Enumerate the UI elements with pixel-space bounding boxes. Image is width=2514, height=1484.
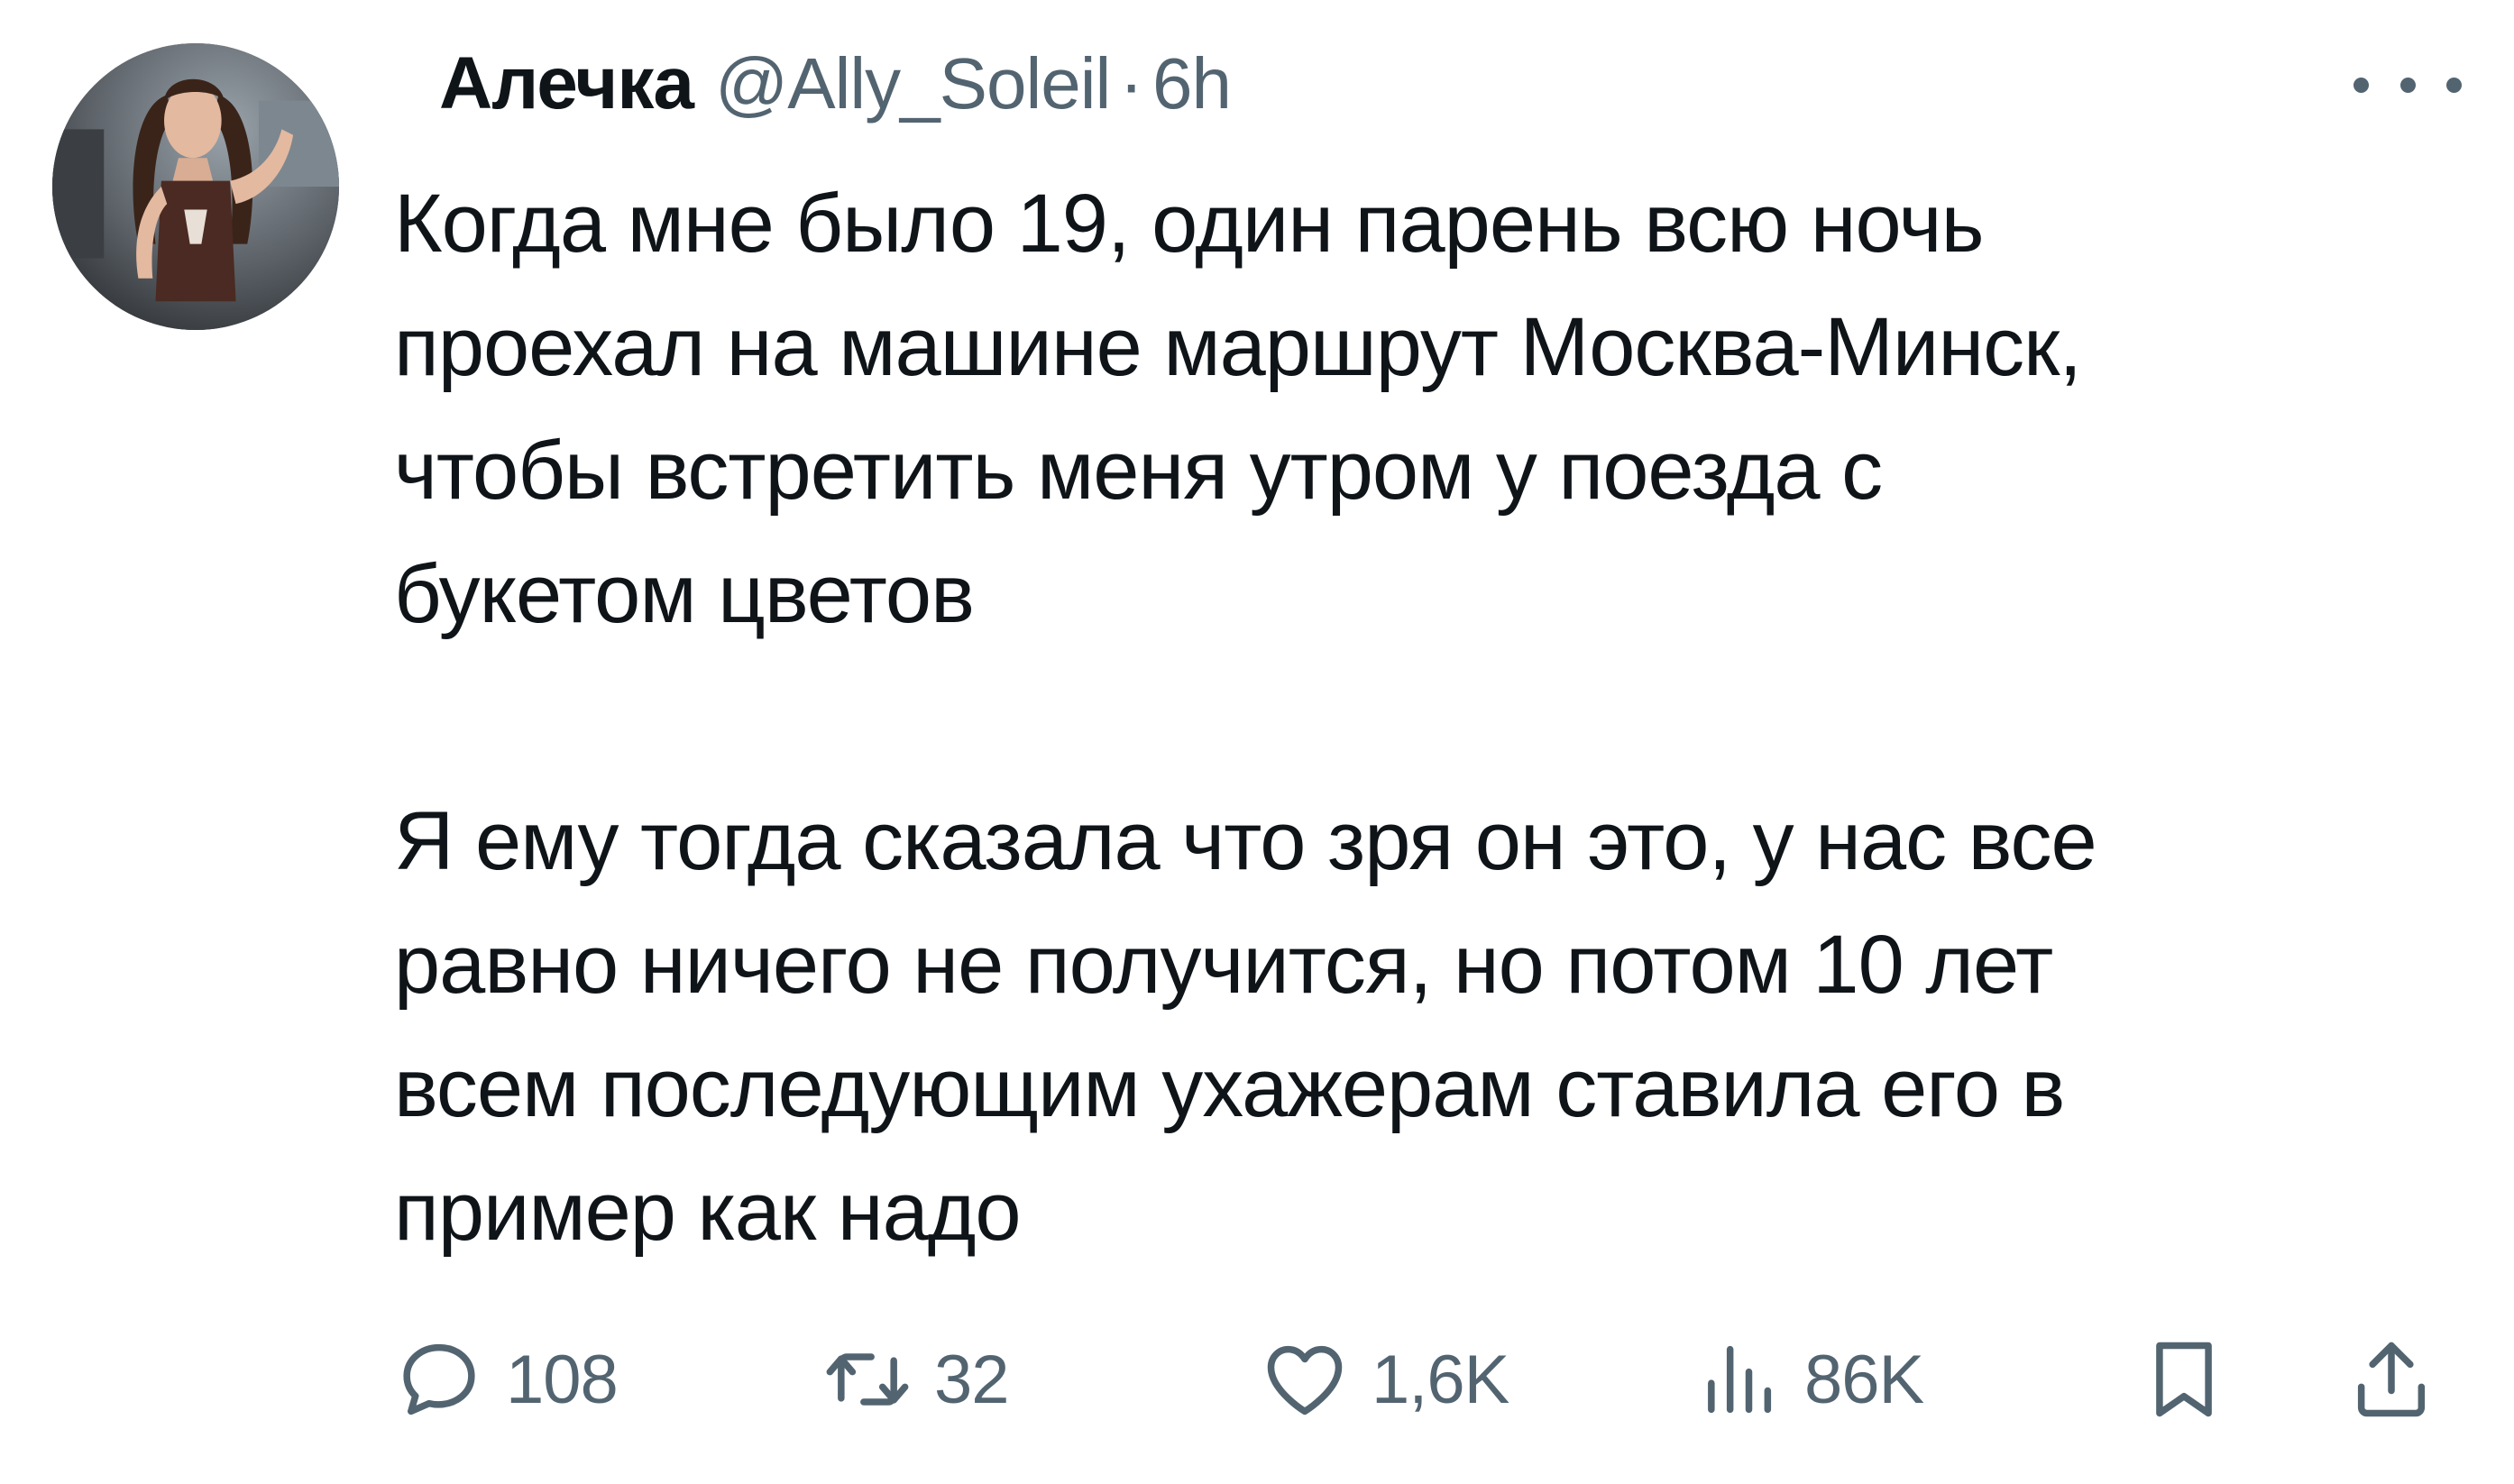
- tweet: Алечка @Ally_Soleil · 6h Когда мне было …: [0, 0, 2514, 1484]
- reply-icon: [403, 1343, 475, 1415]
- retweet-button[interactable]: 32: [822, 1325, 1010, 1434]
- avatar-photo: [52, 43, 339, 330]
- more-dot: [2399, 77, 2416, 93]
- more-dot: [2353, 77, 2369, 93]
- views-count: 86K: [1804, 1341, 1924, 1418]
- retweet-icon: [826, 1353, 909, 1406]
- bookmark-button[interactable]: [2139, 1325, 2229, 1434]
- share-button[interactable]: [2346, 1325, 2436, 1434]
- tweet-actions: 108 32 1,6K 86K: [394, 1325, 2468, 1434]
- tweet-paragraph: Я ему тогда сказала что зря он это, у на…: [394, 795, 2097, 1258]
- like-button[interactable]: 1,6K: [1260, 1325, 1509, 1434]
- tweet-header: Алечка @Ally_Soleil · 6h: [439, 34, 1232, 133]
- author-handle[interactable]: @Ally_Soleil: [715, 42, 1111, 125]
- share-icon: [2357, 1342, 2426, 1417]
- tweet-paragraph: Когда мне было 19, один парень всю ночь …: [394, 178, 2082, 640]
- tweet-text: Когда мне было 19, один парень всю ночь …: [394, 162, 2468, 1274]
- reply-button[interactable]: 108: [394, 1325, 619, 1434]
- more-dot: [2446, 77, 2462, 93]
- views-icon: [1708, 1345, 1772, 1414]
- reply-count: 108: [506, 1341, 619, 1418]
- more-options-icon[interactable]: [2353, 63, 2462, 106]
- user-avatar[interactable]: [52, 43, 339, 330]
- bookmark-icon: [2156, 1342, 2212, 1417]
- header-separator: ·: [1119, 43, 1143, 124]
- like-count: 1,6K: [1372, 1341, 1509, 1418]
- retweet-count: 32: [934, 1341, 1010, 1418]
- views-button[interactable]: 86K: [1693, 1325, 1924, 1434]
- heart-icon: [1267, 1345, 1343, 1415]
- author-display-name[interactable]: Алечка: [439, 41, 694, 126]
- tweet-timestamp[interactable]: 6h: [1152, 42, 1232, 125]
